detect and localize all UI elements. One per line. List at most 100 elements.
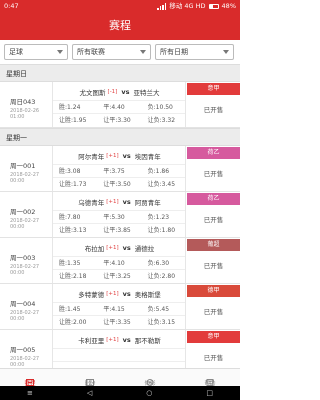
odds-cell[interactable] (142, 349, 186, 361)
match-odds: 多特蒙德 [+1] vs 奥格斯堡 胜:1.45 平:4.15 负:5.45 让胜:2.00 让… (52, 284, 186, 329)
home-team: 尤文图斯 (79, 89, 106, 97)
odds-cell[interactable]: 平:4.40 (97, 101, 141, 113)
odds-cell[interactable]: 让负:3.15 (142, 316, 186, 328)
chevron-down-icon (223, 50, 229, 54)
odds-cell[interactable]: 让负:3.32 (142, 114, 186, 126)
battery-icon (208, 3, 219, 9)
odds-cell[interactable]: 胜:1.45 (53, 303, 97, 315)
odds-cell[interactable]: 让负:3.45 (142, 178, 186, 190)
odds-cell[interactable]: 平:4.10 (97, 257, 141, 269)
odds-cell[interactable]: 让平:3.85 (97, 224, 141, 236)
odds-cell[interactable]: 负:1.23 (142, 211, 186, 223)
schedule-icon (26, 371, 34, 386)
tab-help[interactable]: 帮助 (180, 369, 240, 387)
match-teams: 尤文图斯 [-1] vs 亚特兰大 (53, 86, 186, 98)
match-status: 葡超 已开售 (185, 238, 240, 283)
odds-cell[interactable]: 胜:1.24 (53, 101, 97, 113)
lottery-icon (146, 371, 154, 386)
match-odds: 卡利亚里 [+1] vs 那不勒斯 (52, 330, 186, 368)
sport-select[interactable]: 足球 (4, 44, 68, 60)
odds-cell[interactable]: 让负:1.80 (142, 224, 186, 236)
home-icon[interactable]: ○ (146, 386, 152, 400)
menu-icon[interactable]: ≡ (27, 386, 33, 400)
vs-label: vs (121, 88, 130, 96)
home-team: 乌德青年 (78, 199, 105, 207)
match-status: 荷乙 已开售 (185, 192, 240, 237)
odds-cell[interactable]: 让平:3.30 (97, 114, 141, 126)
away-team: 阿贾青年 (134, 199, 161, 207)
back-icon[interactable]: ◁ (87, 386, 92, 400)
odds-cell[interactable]: 让胜:1.95 (53, 114, 97, 126)
match-row[interactable]: 周一002 2018-02-27 00:00 乌德青年 [+1] vs 阿贾青年 胜:7.80… (0, 192, 240, 238)
league-badge: 德甲 (187, 285, 240, 297)
league-select[interactable]: 所有联赛 (72, 44, 151, 60)
sale-status: 已开售 (203, 106, 224, 114)
vs-label: vs (122, 290, 131, 298)
signal-icon (157, 2, 167, 10)
tab-lottery[interactable]: 体彩 (120, 369, 180, 387)
date-select[interactable]: 所有日期 (155, 44, 234, 60)
vs-label: vs (122, 336, 131, 344)
away-team: 埃因青年 (134, 153, 161, 161)
match-datetime: 2018-02-26 01:00 (10, 108, 39, 120)
sale-status: 已开售 (203, 308, 224, 316)
match-teams: 布拉加 [+1] vs 通德拉 (53, 242, 186, 254)
tab-score[interactable]: 比分 (60, 369, 120, 387)
odds-cell[interactable]: 让胜:2.00 (53, 316, 97, 328)
odds-row-handicap: 让胜:3.13 让平:3.85 让负:1.80 (53, 223, 186, 236)
app-header: 赛程 (0, 12, 240, 40)
handicap: [+1] (106, 199, 119, 205)
odds-cell[interactable]: 负:10.50 (142, 101, 186, 113)
odds-cell[interactable]: 让平:3.35 (97, 316, 141, 328)
odds-cell[interactable]: 让胜:1.73 (53, 178, 97, 190)
sale-status: 已开售 (203, 262, 224, 270)
odds-row-handicap: 让胜:2.18 让平:3.25 让负:2.80 (53, 269, 186, 282)
odds-cell[interactable]: 胜:7.80 (53, 211, 97, 223)
odds-cell[interactable] (53, 349, 97, 361)
handicap: [+1] (106, 337, 119, 343)
filter-bar: 足球 所有联赛 所有日期 (0, 40, 240, 64)
status-time: 0:47 (4, 2, 19, 10)
odds-cell[interactable]: 让负:2.80 (142, 270, 186, 282)
match-info: 周一005 2018-02-27 00:00 (0, 330, 52, 368)
match-row[interactable]: 周一001 2018-02-27 00:00 阿尔青年 [+1] vs 埃因青年 胜:3.08… (0, 146, 240, 192)
match-datetime: 2018-02-27 00:00 (10, 356, 39, 368)
odds-cell[interactable]: 负:5.45 (142, 303, 186, 315)
tab-schedule[interactable]: 赛程 (0, 369, 60, 387)
match-datetime: 2018-02-27 00:00 (10, 218, 39, 230)
match-row[interactable]: 周日043 2018-02-26 01:00 尤文图斯 [-1] vs 亚特兰大 胜:1.24… (0, 82, 240, 128)
odds-cell[interactable]: 负:1.86 (142, 165, 186, 177)
odds-row-handicap (53, 361, 186, 368)
match-status: 荷乙 已开售 (185, 146, 240, 191)
odds-cell[interactable]: 平:4.15 (97, 303, 141, 315)
odds-cell[interactable]: 平:5.30 (97, 211, 141, 223)
league-badge: 意甲 (187, 83, 240, 95)
match-datetime: 2018-02-27 00:00 (10, 172, 39, 184)
match-row[interactable]: 周一003 2018-02-27 00:00 布拉加 [+1] vs 通德拉 胜:1.35 平:… (0, 238, 240, 284)
odds-cell[interactable]: 负:6.30 (142, 257, 186, 269)
odds-cell[interactable]: 平:3.75 (97, 165, 141, 177)
odds-cell[interactable] (97, 349, 141, 361)
odds-cell[interactable]: 胜:1.35 (53, 257, 97, 269)
away-team: 亚特兰大 (133, 89, 160, 97)
home-team: 卡利亚里 (78, 337, 105, 345)
match-time: 00:00 (10, 224, 25, 230)
odds-cell[interactable]: 让胜:2.18 (53, 270, 97, 282)
odds-cell[interactable]: 胜:3.08 (53, 165, 97, 177)
odds-cell[interactable]: 让平:3.50 (97, 178, 141, 190)
match-row[interactable]: 周一005 2018-02-27 00:00 卡利亚里 [+1] vs 那不勒斯 意甲 已开售 (0, 330, 240, 368)
sale-status: 已开售 (203, 354, 224, 362)
recent-apps-icon[interactable]: □ (206, 386, 213, 400)
away-team: 奥格斯堡 (134, 291, 161, 299)
odds-cell[interactable]: 让胜:3.13 (53, 224, 97, 236)
match-row[interactable]: 周一004 2018-02-27 00:00 多特蒙德 [+1] vs 奥格斯堡 胜:1.45… (0, 284, 240, 330)
match-status: 意甲 已开售 (185, 330, 240, 368)
sale-status: 已开售 (203, 216, 224, 224)
odds-row-handicap: 让胜:1.95 让平:3.30 让负:3.32 (53, 113, 186, 126)
match-time: 00:00 (10, 178, 25, 184)
odds-row-standard: 胜:1.24 平:4.40 负:10.50 (53, 100, 186, 113)
match-list[interactable]: 星期日 周日043 2018-02-26 01:00 尤文图斯 [-1] vs 亚特兰大 胜:1… (0, 64, 240, 368)
handicap: [+1] (106, 245, 119, 251)
vs-label: vs (122, 152, 131, 160)
odds-cell[interactable]: 让平:3.25 (97, 270, 141, 282)
